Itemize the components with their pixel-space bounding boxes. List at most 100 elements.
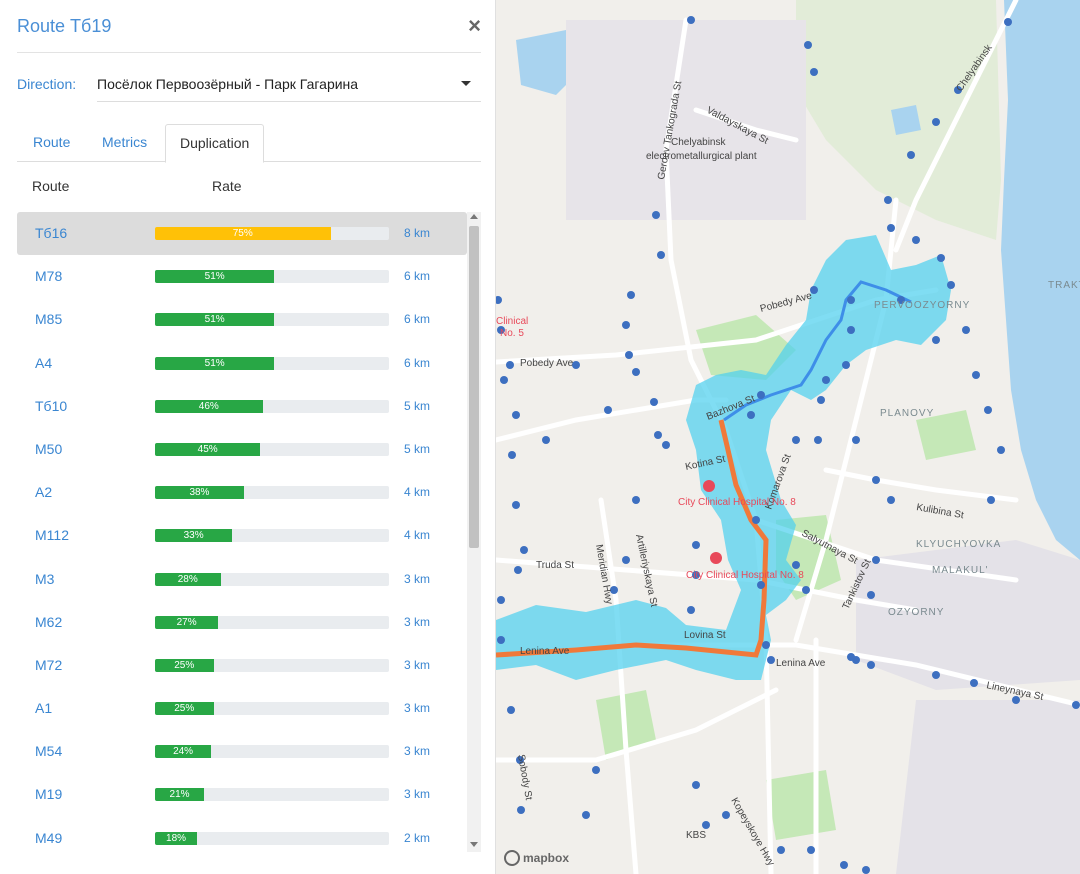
- bus-stop-marker[interactable]: [497, 596, 505, 604]
- duplication-row[interactable]: М54 24% 3 km: [17, 730, 467, 773]
- bus-stop-marker[interactable]: [807, 846, 815, 854]
- tab-route[interactable]: Route: [19, 124, 84, 162]
- route-name-link[interactable]: М62: [35, 614, 62, 630]
- bus-stop-marker[interactable]: [762, 641, 770, 649]
- bus-stop-marker[interactable]: [887, 496, 895, 504]
- bus-stop-marker[interactable]: [687, 16, 695, 24]
- bus-stop-marker[interactable]: [757, 581, 765, 589]
- bus-stop-marker[interactable]: [932, 671, 940, 679]
- duplication-row[interactable]: М19 21% 3 km: [17, 773, 467, 816]
- duplication-row[interactable]: Тб16 75% 8 km: [17, 212, 467, 256]
- scroll-down-icon[interactable]: [470, 842, 478, 847]
- bus-stop-marker[interactable]: [692, 541, 700, 549]
- route-name-link[interactable]: А1: [35, 700, 52, 716]
- bus-stop-marker[interactable]: [657, 251, 665, 259]
- tab-duplication[interactable]: Duplication: [165, 124, 265, 163]
- bus-stop-marker[interactable]: [650, 398, 658, 406]
- route-name-link[interactable]: Тб16: [35, 225, 67, 241]
- bus-stop-marker[interactable]: [947, 281, 955, 289]
- bus-stop-marker[interactable]: [810, 286, 818, 294]
- duplication-row[interactable]: М85 51% 6 km: [17, 298, 467, 341]
- bus-stop-marker[interactable]: [932, 336, 940, 344]
- bus-stop-marker[interactable]: [810, 68, 818, 76]
- bus-stop-marker[interactable]: [852, 436, 860, 444]
- duplication-row[interactable]: А1 25% 3 km: [17, 687, 467, 730]
- map-attribution[interactable]: mapbox: [523, 851, 569, 865]
- bus-stop-marker[interactable]: [542, 436, 550, 444]
- duplication-row[interactable]: М78 51% 6 km: [17, 255, 467, 298]
- bus-stop-marker[interactable]: [814, 436, 822, 444]
- bus-stop-marker[interactable]: [627, 291, 635, 299]
- bus-stop-marker[interactable]: [937, 254, 945, 262]
- route-name-link[interactable]: М49: [35, 830, 62, 846]
- route-name-link[interactable]: М3: [35, 571, 54, 587]
- bus-stop-marker[interactable]: [987, 496, 995, 504]
- bus-stop-marker[interactable]: [702, 821, 710, 829]
- route-name-link[interactable]: М50: [35, 441, 62, 457]
- bus-stop-marker[interactable]: [757, 391, 765, 399]
- bus-stop-marker[interactable]: [847, 326, 855, 334]
- bus-stop-marker[interactable]: [972, 371, 980, 379]
- bus-stop-marker[interactable]: [887, 224, 895, 232]
- route-name-link[interactable]: А2: [35, 484, 52, 500]
- tab-metrics[interactable]: Metrics: [88, 124, 161, 162]
- duplication-row[interactable]: М50 45% 5 km: [17, 428, 467, 471]
- bus-stop-marker[interactable]: [962, 326, 970, 334]
- map-view[interactable]: Chelyabinsk electrometallurgical plant V…: [496, 0, 1080, 874]
- route-name-link[interactable]: Тб10: [35, 398, 67, 414]
- duplication-row[interactable]: А4 51% 6 km: [17, 342, 467, 385]
- bus-stop-marker[interactable]: [632, 368, 640, 376]
- bus-stop-marker[interactable]: [747, 411, 755, 419]
- bus-stop-marker[interactable]: [912, 236, 920, 244]
- route-name-link[interactable]: А4: [35, 355, 52, 371]
- bus-stop-marker[interactable]: [500, 376, 508, 384]
- bus-stop-marker[interactable]: [932, 118, 940, 126]
- bus-stop-marker[interactable]: [777, 846, 785, 854]
- scroll-thumb[interactable]: [469, 226, 479, 548]
- duplication-row[interactable]: М49 18% 2 km: [17, 817, 467, 852]
- bus-stop-marker[interactable]: [517, 806, 525, 814]
- route-name-link[interactable]: М54: [35, 743, 62, 759]
- bus-stop-marker[interactable]: [767, 656, 775, 664]
- bus-stop-marker[interactable]: [582, 811, 590, 819]
- bus-stop-marker[interactable]: [984, 406, 992, 414]
- bus-stop-marker[interactable]: [687, 606, 695, 614]
- bus-stop-marker[interactable]: [604, 406, 612, 414]
- duplication-row[interactable]: М72 25% 3 km: [17, 644, 467, 687]
- bus-stop-marker[interactable]: [817, 396, 825, 404]
- list-scrollbar[interactable]: [467, 212, 481, 852]
- bus-stop-marker[interactable]: [970, 679, 978, 687]
- bus-stop-marker[interactable]: [622, 321, 630, 329]
- bus-stop-marker[interactable]: [1004, 18, 1012, 26]
- bus-stop-marker[interactable]: [652, 211, 660, 219]
- route-name-link[interactable]: М112: [35, 527, 69, 543]
- bus-stop-marker[interactable]: [792, 436, 800, 444]
- duplication-row[interactable]: Тб10 46% 5 km: [17, 385, 467, 428]
- close-button[interactable]: ×: [468, 14, 481, 38]
- bus-stop-marker[interactable]: [867, 591, 875, 599]
- bus-stop-marker[interactable]: [752, 516, 760, 524]
- bus-stop-marker[interactable]: [804, 41, 812, 49]
- bus-stop-marker[interactable]: [792, 561, 800, 569]
- duplication-row[interactable]: М112 33% 4 km: [17, 514, 467, 557]
- bus-stop-marker[interactable]: [508, 451, 516, 459]
- bus-stop-marker[interactable]: [872, 476, 880, 484]
- duplication-row[interactable]: М62 27% 3 km: [17, 601, 467, 644]
- bus-stop-marker[interactable]: [847, 296, 855, 304]
- bus-stop-marker[interactable]: [662, 441, 670, 449]
- bus-stop-marker[interactable]: [884, 196, 892, 204]
- bus-stop-marker[interactable]: [506, 361, 514, 369]
- bus-stop-marker[interactable]: [622, 556, 630, 564]
- bus-stop-marker[interactable]: [842, 361, 850, 369]
- scroll-up-icon[interactable]: [470, 214, 478, 219]
- bus-stop-marker[interactable]: [654, 431, 662, 439]
- bus-stop-marker[interactable]: [692, 781, 700, 789]
- route-name-link[interactable]: М85: [35, 311, 62, 327]
- bus-stop-marker[interactable]: [497, 636, 505, 644]
- bus-stop-marker[interactable]: [625, 351, 633, 359]
- bus-stop-marker[interactable]: [1072, 701, 1080, 709]
- bus-stop-marker[interactable]: [507, 706, 515, 714]
- bus-stop-marker[interactable]: [867, 661, 875, 669]
- bus-stop-marker[interactable]: [592, 766, 600, 774]
- bus-stop-marker[interactable]: [862, 866, 870, 874]
